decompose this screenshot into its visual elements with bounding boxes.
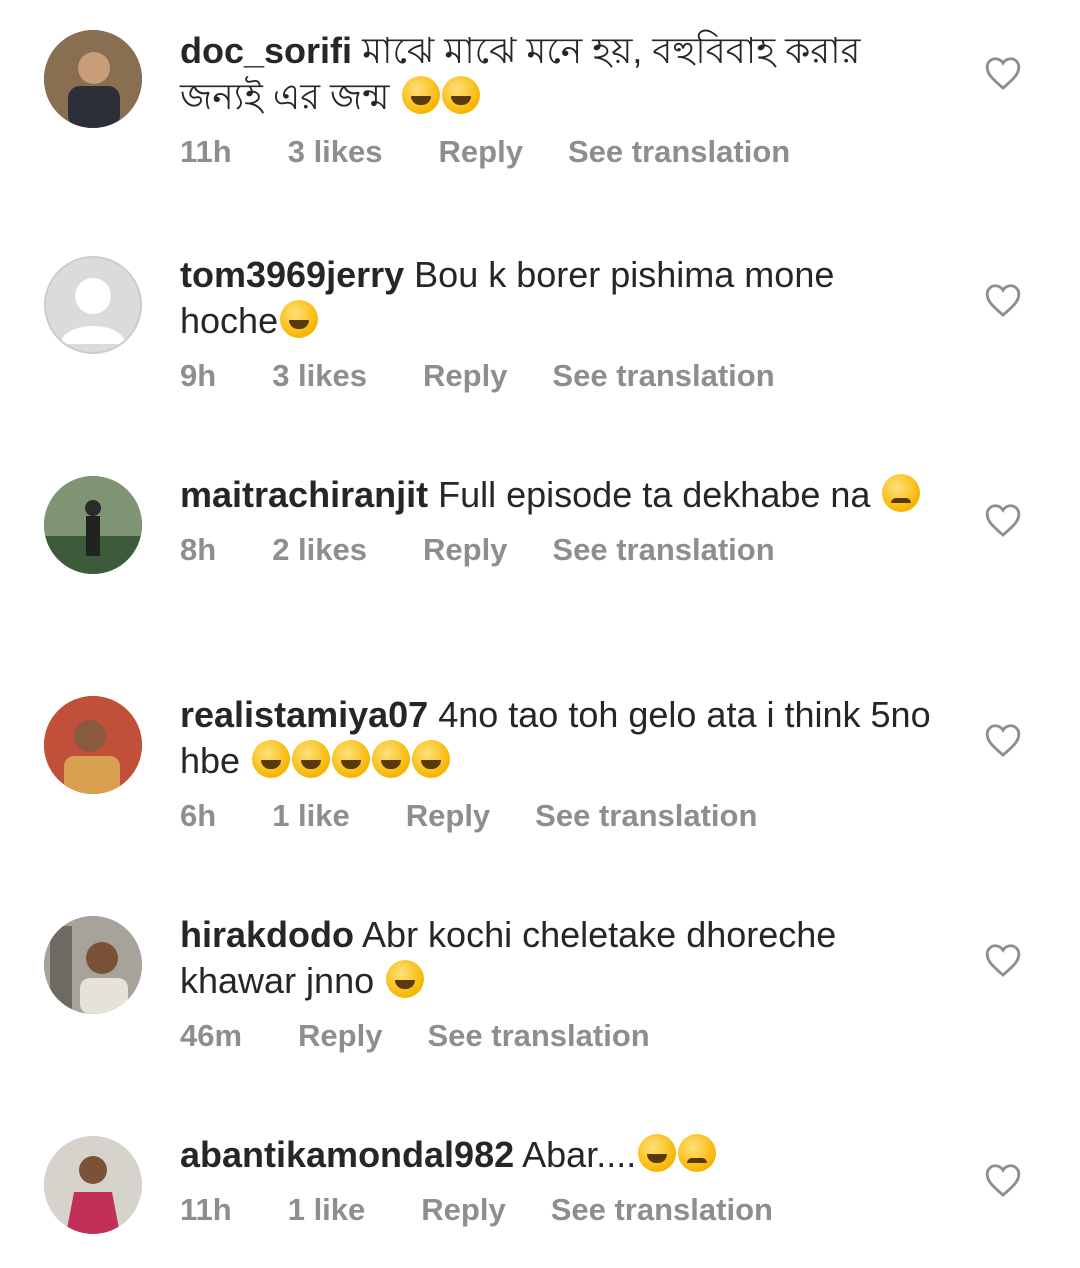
heart-outline-icon[interactable] (984, 55, 1022, 91)
avatar[interactable] (44, 30, 142, 128)
comment-body: realistamiya07 4no tao toh gelo ata i th… (180, 692, 940, 834)
comment-meta: 9h 3 likes Reply See translation (180, 358, 940, 394)
comment-text: Abar.... (522, 1134, 637, 1175)
tears-of-joy-emoji-icon (252, 740, 291, 778)
tears-of-joy-emoji-icon (372, 740, 411, 778)
see-translation-button[interactable]: See translation (552, 532, 774, 568)
timestamp: 11h (180, 134, 232, 169)
likes-count[interactable]: 1 like (272, 798, 350, 834)
timestamp: 46m (180, 1018, 243, 1053)
timestamp: 11h (180, 1192, 232, 1227)
see-translation-button[interactable]: See translation (427, 1018, 649, 1054)
tears-of-joy-emoji-icon (638, 1134, 677, 1172)
timestamp: 6h (180, 798, 217, 833)
reply-button[interactable]: Reply (423, 532, 507, 568)
username[interactable]: hirakdodo (180, 914, 354, 955)
comment-meta: 11h 1 like Reply See translation (180, 1192, 940, 1228)
comment-meta: 6h 1 like Reply See translation (180, 798, 940, 834)
reply-button[interactable]: Reply (406, 798, 490, 834)
comment-meta: 46m Reply See translation (180, 1018, 940, 1054)
comment-meta: 11h 3 likes Reply See translation (180, 134, 940, 170)
heart-outline-icon[interactable] (984, 282, 1022, 318)
username[interactable]: realistamiya07 (180, 694, 428, 735)
heart-outline-icon[interactable] (984, 942, 1022, 978)
comment-body: tom3969jerry Bou k borer pishima mone ho… (180, 252, 940, 394)
heart-outline-icon[interactable] (984, 502, 1022, 538)
likes-count[interactable]: 2 likes (272, 532, 367, 568)
see-translation-button[interactable]: See translation (552, 358, 774, 394)
username[interactable]: tom3969jerry (180, 254, 404, 295)
likes-count[interactable]: 3 likes (288, 134, 383, 170)
see-translation-button[interactable]: See translation (551, 1192, 773, 1228)
tears-of-joy-emoji-icon (441, 76, 480, 114)
tears-of-joy-emoji-icon (292, 740, 331, 778)
tears-of-joy-emoji-icon (280, 300, 319, 338)
avatar[interactable] (44, 916, 142, 1014)
username[interactable]: abantikamondal982 (180, 1134, 514, 1175)
username[interactable]: doc_sorifi (180, 30, 352, 71)
tears-of-joy-emoji-icon (332, 740, 371, 778)
tears-of-joy-emoji-icon (412, 740, 451, 778)
timestamp: 8h (180, 532, 217, 567)
comment-meta: 8h 2 likes Reply See translation (180, 532, 940, 568)
comment-body: maitrachiranjit Full episode ta dekhabe … (180, 472, 940, 568)
username[interactable]: maitrachiranjit (180, 474, 428, 515)
see-translation-button[interactable]: See translation (568, 134, 790, 170)
crying-emoji-icon (678, 1134, 717, 1172)
see-translation-button[interactable]: See translation (535, 798, 757, 834)
likes-count[interactable]: 3 likes (272, 358, 367, 394)
comment-text: Full episode ta dekhabe na (438, 474, 871, 515)
tears-of-joy-emoji-icon (386, 960, 425, 998)
avatar[interactable] (44, 476, 142, 574)
avatar[interactable] (44, 256, 142, 354)
timestamp: 9h (180, 358, 217, 393)
comment-body: hirakdodo Abr kochi cheletake dhoreche k… (180, 912, 940, 1054)
avatar[interactable] (44, 1136, 142, 1234)
crying-emoji-icon (882, 474, 921, 512)
reply-button[interactable]: Reply (298, 1018, 382, 1054)
heart-outline-icon[interactable] (984, 1162, 1022, 1198)
heart-outline-icon[interactable] (984, 722, 1022, 758)
comment-body: abantikamondal982 Abar.... 11h 1 like Re… (180, 1132, 940, 1228)
reply-button[interactable]: Reply (421, 1192, 505, 1228)
comment-body: doc_sorifi মাঝে মাঝে মনে হয়, বহুবিবাহ ক… (180, 28, 940, 170)
avatar[interactable] (44, 696, 142, 794)
reply-button[interactable]: Reply (423, 358, 507, 394)
reply-button[interactable]: Reply (439, 134, 523, 170)
rolling-laughing-emoji-icon (401, 76, 440, 114)
likes-count[interactable]: 1 like (288, 1192, 366, 1228)
